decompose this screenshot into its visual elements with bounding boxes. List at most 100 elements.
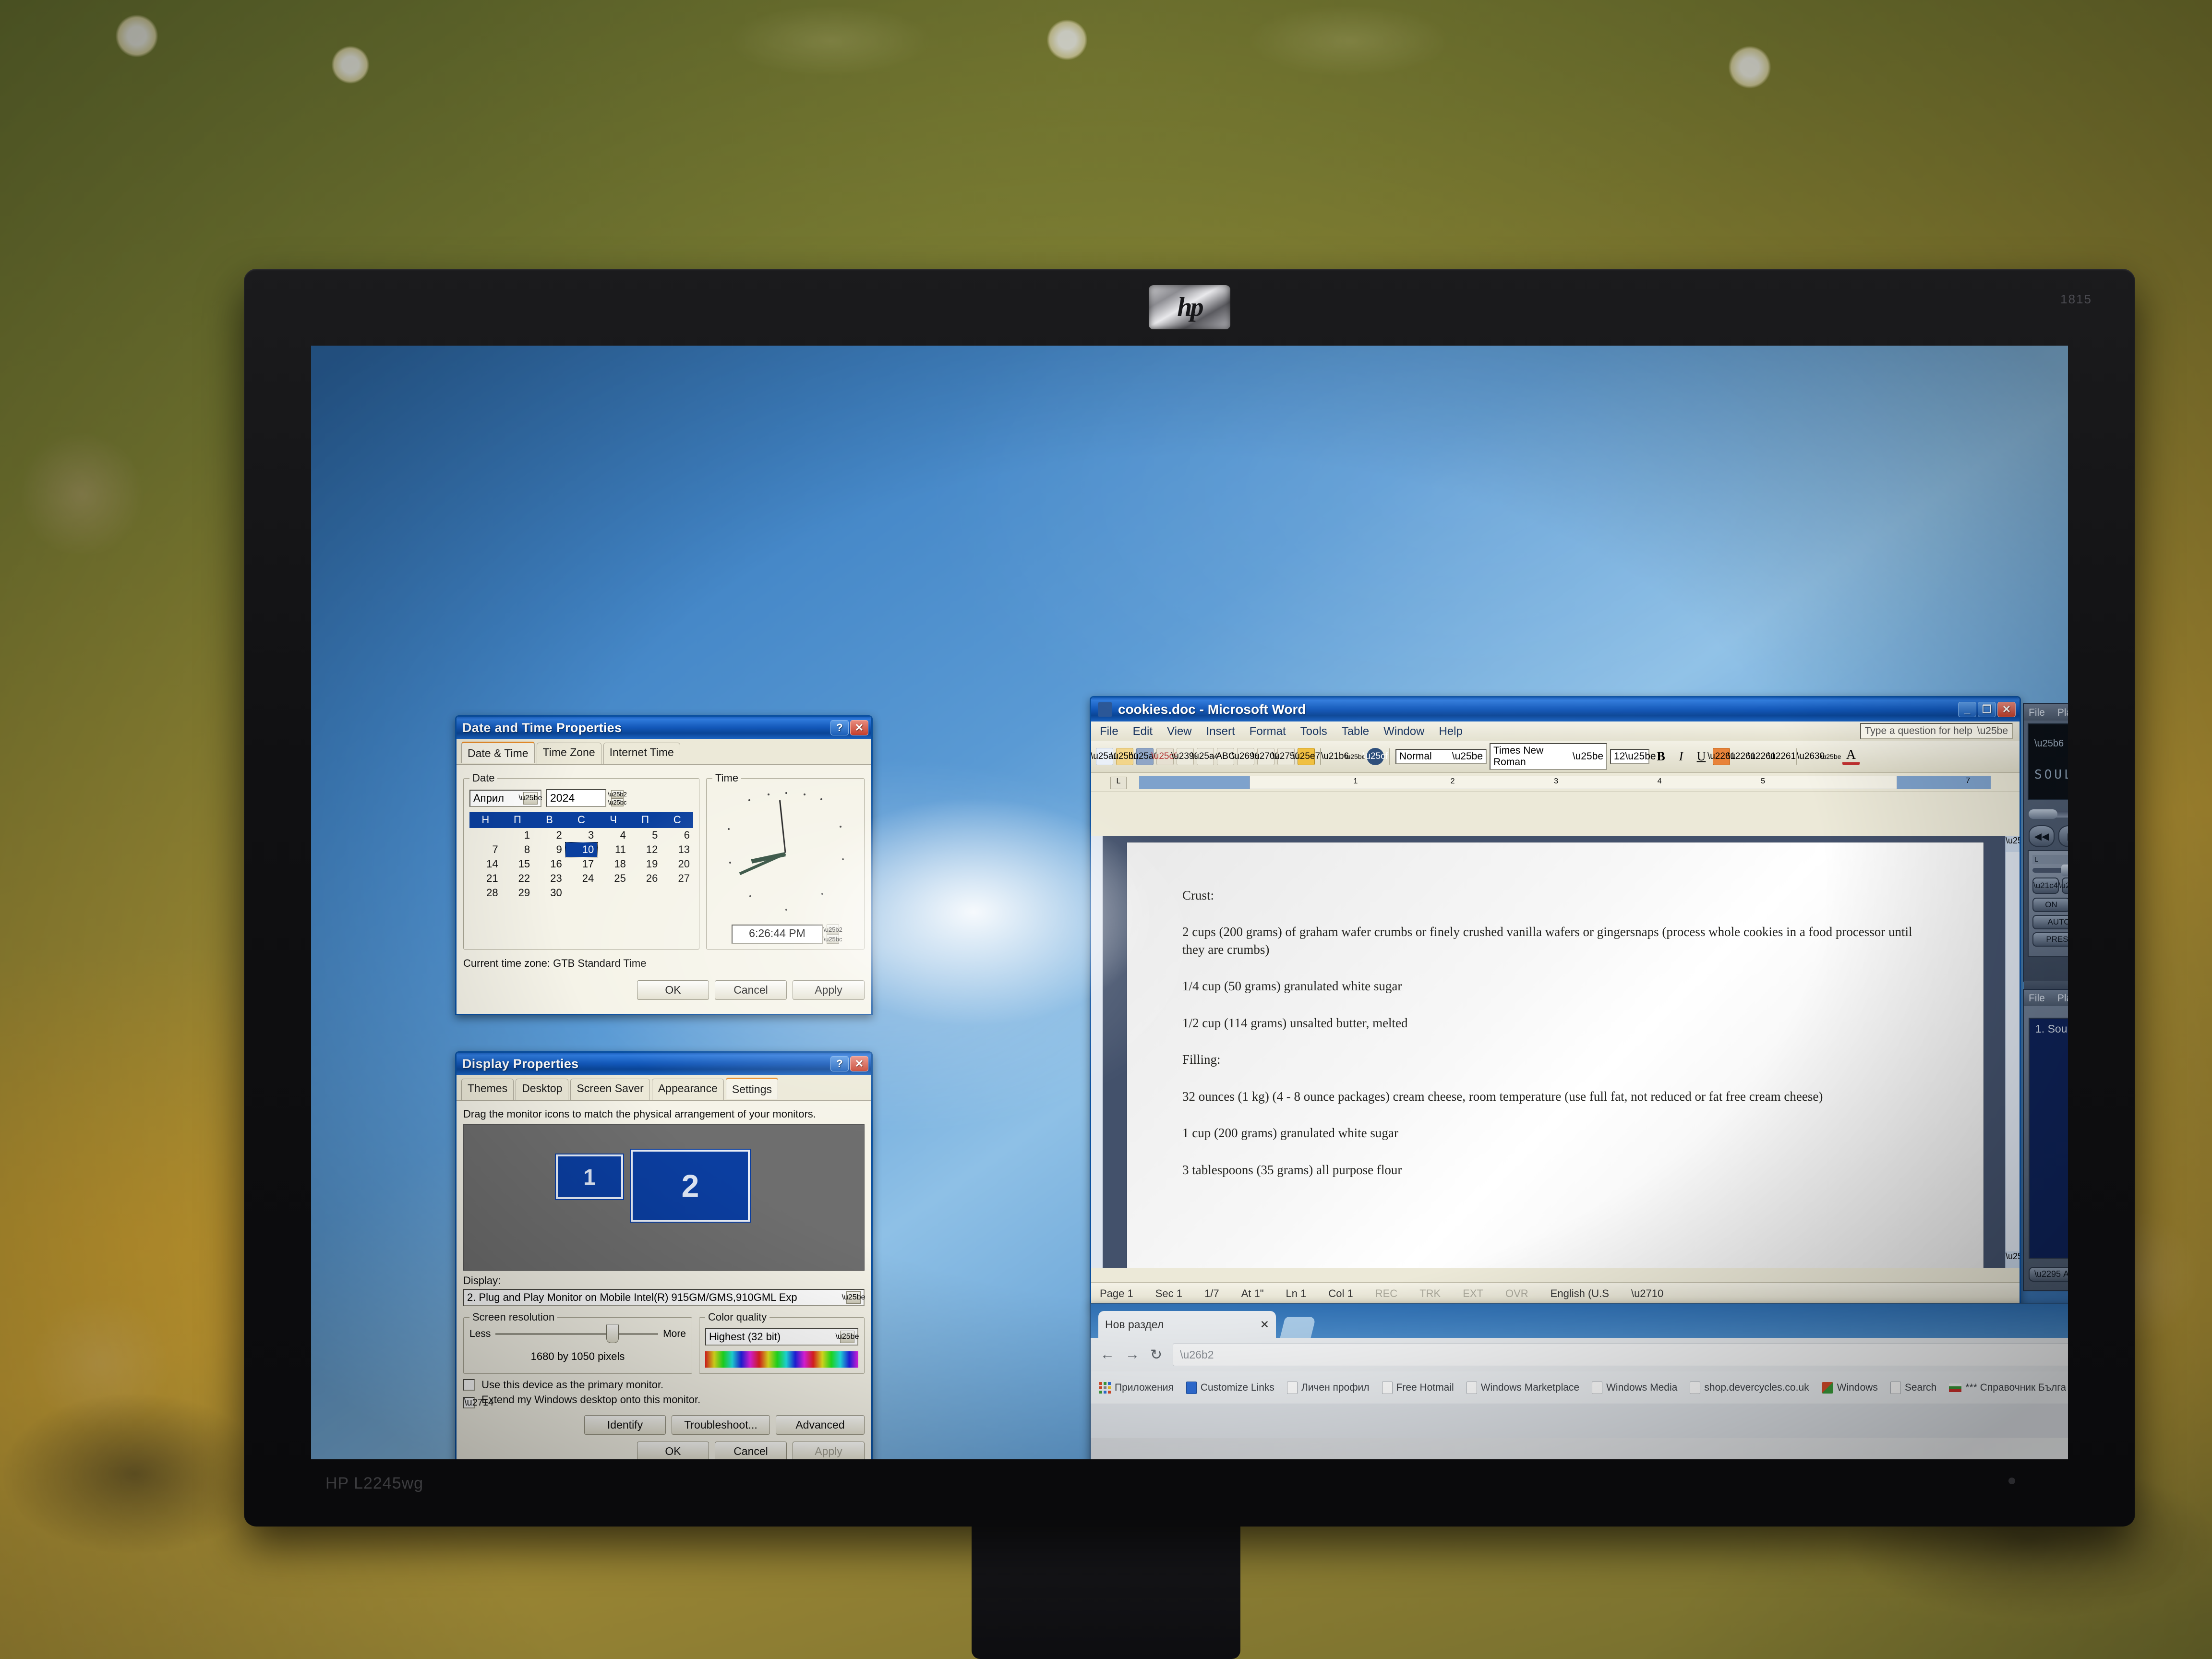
winamp-equalizer[interactable]: L R \u21c4 \u25cf \u25c0 4 \u25b6 ON AUT… bbox=[2028, 850, 2068, 957]
playlist-entries[interactable]: 1. Soul Ballet - Exotique 4:10 bbox=[2029, 1018, 2068, 1259]
balance-slider-thumb[interactable] bbox=[2061, 865, 2068, 876]
calendar-day[interactable] bbox=[565, 886, 598, 900]
calendar-day[interactable]: 9 bbox=[533, 842, 565, 857]
bookmark-spravochnik[interactable]: *** Справочник Бълга bbox=[1949, 1382, 2066, 1394]
bold-button[interactable]: B bbox=[1652, 748, 1670, 765]
resolution-slider-thumb[interactable] bbox=[606, 1324, 619, 1343]
calendar-day[interactable]: 7 bbox=[469, 842, 502, 857]
menu-window[interactable]: Window bbox=[1383, 725, 1424, 738]
print-preview-icon[interactable]: \u25a4 bbox=[1191, 748, 1219, 765]
word-toolbar[interactable]: \u25a1 \u25b1 \u25a0 \u25c9 \u2399 \u25a… bbox=[1091, 741, 2020, 773]
chevron-down-icon[interactable]: \u25be bbox=[1573, 751, 1603, 762]
word-left-gutter[interactable] bbox=[1091, 836, 1103, 1268]
play-button[interactable]: ▶ bbox=[2058, 825, 2068, 847]
previous-track-button[interactable]: ◀◀ bbox=[2029, 825, 2055, 847]
playlist-item[interactable]: 1. Soul Ballet - Exotique 4:10 bbox=[2035, 1022, 2068, 1035]
primary-monitor-checkbox[interactable] bbox=[463, 1379, 475, 1391]
calendar-day[interactable]: 30 bbox=[533, 886, 565, 900]
menu-help[interactable]: Help bbox=[1439, 725, 1462, 738]
bookmark-search[interactable]: Search bbox=[1890, 1381, 1936, 1394]
menu-view[interactable]: View bbox=[1167, 725, 1192, 738]
calendar-day[interactable]: 4 bbox=[597, 828, 629, 842]
calendar-day[interactable]: 5 bbox=[629, 828, 661, 842]
calendar-day[interactable]: 3 bbox=[565, 828, 598, 842]
tab-desktop[interactable]: Desktop bbox=[516, 1079, 569, 1100]
calendar-day[interactable]: 20 bbox=[661, 857, 693, 871]
google-new-tab-page[interactable]: Gmail Изображения Google Търсене с Googl… bbox=[1091, 1438, 2068, 1459]
calendar-day[interactable]: 15 bbox=[502, 857, 534, 871]
tab-stop-selector[interactable]: L bbox=[1110, 777, 1127, 789]
menu-format[interactable]: Format bbox=[1250, 725, 1286, 738]
bookmark-personal-profile[interactable]: Личен профил bbox=[1286, 1381, 1370, 1394]
reload-icon[interactable]: ↻ bbox=[1150, 1346, 1162, 1363]
calendar-day-selected[interactable]: 10 bbox=[565, 842, 598, 857]
menu-playlist[interactable]: Playlist bbox=[2057, 993, 2068, 1004]
status-ext[interactable]: EXT bbox=[1463, 1287, 1483, 1300]
bookmark-windows-marketplace[interactable]: Windows Marketplace bbox=[1466, 1381, 1579, 1394]
calendar-day[interactable]: 17 bbox=[565, 857, 598, 871]
italic-button[interactable]: I bbox=[1672, 748, 1690, 765]
restore-button[interactable]: ❐ bbox=[1978, 702, 1996, 717]
monitor-icon-1[interactable]: 1 bbox=[556, 1154, 623, 1199]
calendar-day[interactable]: 2 bbox=[533, 828, 565, 842]
eq-on-button[interactable]: ON bbox=[2032, 898, 2068, 912]
calendar-day[interactable]: 13 bbox=[661, 842, 693, 857]
help-button[interactable]: ? bbox=[830, 1056, 849, 1071]
chevron-down-icon[interactable]: \u25be bbox=[519, 792, 542, 805]
tab-themes[interactable]: Themes bbox=[461, 1079, 514, 1100]
calendar-day[interactable]: 8 bbox=[502, 842, 534, 857]
chevron-down-icon[interactable]: \u25be bbox=[842, 1291, 865, 1304]
new-tab-button[interactable] bbox=[1280, 1317, 1316, 1338]
menu-file[interactable]: File bbox=[2029, 707, 2045, 719]
cancel-button[interactable]: Cancel bbox=[715, 980, 787, 1000]
calendar-day[interactable]: 21 bbox=[469, 871, 502, 886]
calendar-day[interactable]: 1 bbox=[502, 828, 534, 842]
year-spinner[interactable]: \u25b2 \u25bc bbox=[608, 790, 627, 806]
paste-icon[interactable]: \u25e7 bbox=[1292, 748, 1320, 765]
apply-button[interactable]: Apply bbox=[793, 980, 865, 1000]
calendar-day[interactable]: 28 bbox=[469, 886, 502, 900]
browser-tab[interactable]: Нов раздел ✕ bbox=[1098, 1311, 1276, 1338]
playlist-add-button[interactable]: \u2295 Add bbox=[2029, 1266, 2068, 1282]
display-dropdown[interactable]: 2. Plug and Play Monitor on Mobile Intel… bbox=[463, 1289, 865, 1306]
calendar-day[interactable]: 19 bbox=[629, 857, 661, 871]
tab-screen-saver[interactable]: Screen Saver bbox=[570, 1079, 650, 1100]
troubleshoot-button[interactable]: Troubleshoot... bbox=[672, 1415, 770, 1435]
calendar-day[interactable] bbox=[629, 886, 661, 900]
scroll-up-icon[interactable]: \u25b2 bbox=[2006, 836, 2020, 852]
winamp-seek-thumb[interactable] bbox=[2029, 809, 2057, 819]
calendar-day[interactable]: 24 bbox=[565, 871, 598, 886]
tab-close-icon[interactable]: ✕ bbox=[1260, 1318, 1269, 1331]
calendar-day[interactable]: 25 bbox=[597, 871, 629, 886]
bookmark-apps[interactable]: Приложения bbox=[1099, 1382, 1174, 1394]
tab-appearance[interactable]: Appearance bbox=[651, 1079, 724, 1100]
identify-button[interactable]: Identify bbox=[584, 1415, 666, 1435]
crossfade-icon[interactable]: \u21c4 bbox=[2032, 878, 2059, 894]
address-bar[interactable]: \u26b2 bbox=[1173, 1343, 2068, 1366]
cancel-button[interactable]: Cancel bbox=[715, 1442, 787, 1459]
monitor-arrangement-preview[interactable]: 1 2 bbox=[463, 1124, 865, 1271]
calendar-day[interactable]: 11 bbox=[597, 842, 629, 857]
eq-auto-button[interactable]: AUTO bbox=[2032, 915, 2068, 929]
chevron-down-icon[interactable]: \u25be bbox=[1821, 748, 1841, 765]
menu-file[interactable]: File bbox=[2029, 993, 2045, 1004]
style-dropdown[interactable]: Normal \u25be bbox=[1395, 749, 1487, 764]
menu-file[interactable]: File bbox=[1100, 725, 1118, 738]
status-language[interactable]: English (U.S bbox=[1551, 1287, 1609, 1300]
spell-check-icon[interactable]: \u2710 bbox=[1631, 1287, 1663, 1300]
bookmarks-bar[interactable]: Приложения Customize Links Личен профил … bbox=[1091, 1371, 2068, 1404]
close-button[interactable]: ✕ bbox=[1997, 702, 2016, 717]
menu-edit[interactable]: Edit bbox=[1133, 725, 1153, 738]
chevron-down-icon[interactable]: \u25be bbox=[1345, 748, 1366, 765]
calendar-day[interactable]: 23 bbox=[533, 871, 565, 886]
calendar-day[interactable]: 14 bbox=[469, 857, 502, 871]
scroll-down-icon[interactable]: \u25bc bbox=[2006, 1251, 2020, 1268]
font-size-dropdown[interactable]: 12 \u25be bbox=[1610, 749, 1656, 764]
calendar-day[interactable]: 22 bbox=[502, 871, 534, 886]
tab-settings[interactable]: Settings bbox=[725, 1078, 778, 1099]
eq-presets-button[interactable]: PRESETS bbox=[2032, 932, 2068, 947]
font-dropdown[interactable]: Times New Roman \u25be bbox=[1490, 743, 1607, 770]
tab-time-zone[interactable]: Time Zone bbox=[536, 743, 601, 764]
bookmark-windows[interactable]: Windows bbox=[1821, 1382, 1878, 1394]
bookmark-free-hotmail[interactable]: Free Hotmail bbox=[1382, 1381, 1454, 1394]
